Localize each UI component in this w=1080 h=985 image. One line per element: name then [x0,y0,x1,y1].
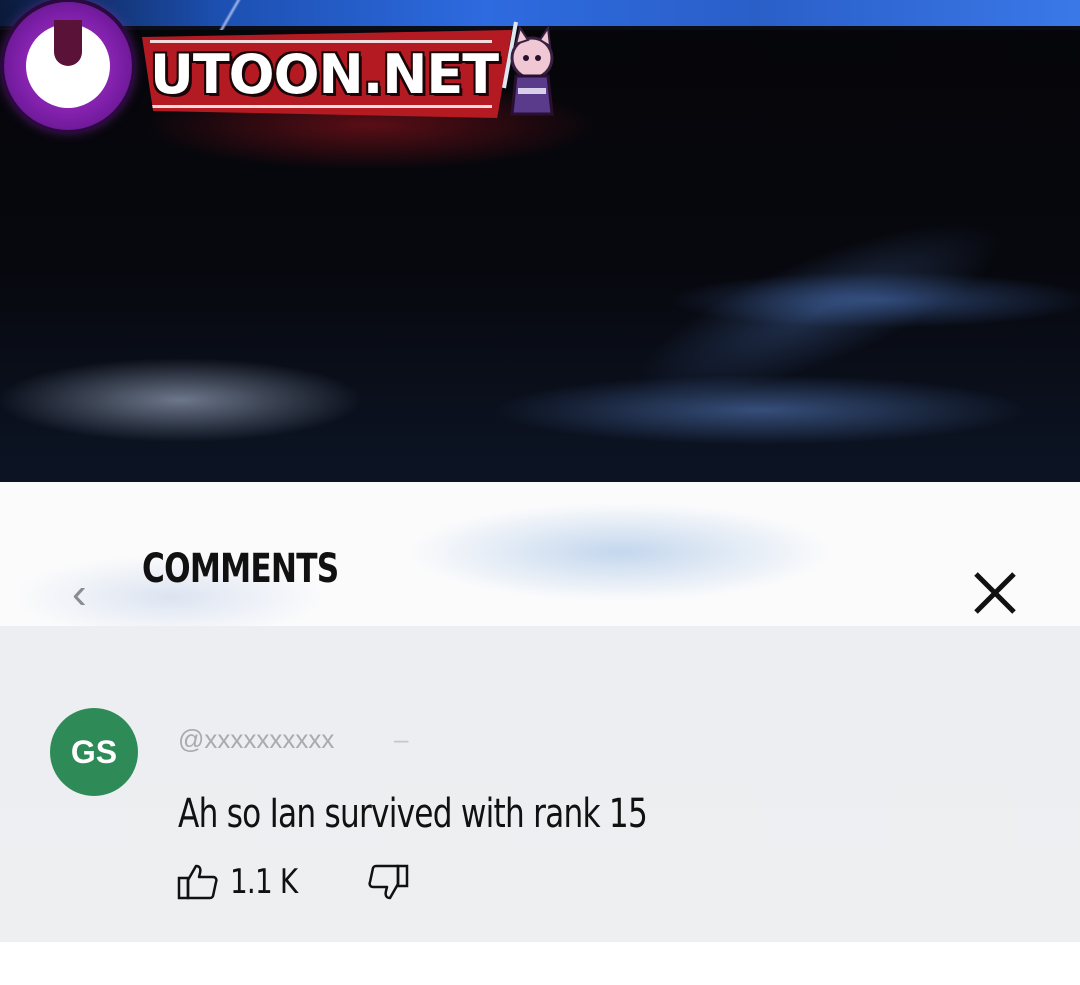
chevron-left-icon: ‹ [72,569,87,618]
logo-text: UTOON.NET [150,43,499,106]
comment-author-handle[interactable]: @xxxxxxxxxx [178,722,334,756]
close-button[interactable] [970,568,1020,618]
artwork-haze [541,119,1080,482]
back-button[interactable]: ‹ [72,572,102,616]
thumbs-down-icon [368,864,409,900]
like-button[interactable] [176,860,220,904]
artwork-panel: UTOON.NET [0,0,1080,482]
dislike-button[interactable] [366,860,410,904]
comment-item: GS @xxxxxxxxxx – Ah so Ian survived with… [0,682,1080,922]
comment-body: Ah so Ian survived with rank 15 [178,791,648,837]
logo-emblem [4,2,132,130]
like-count: 1.1 K [230,862,298,902]
avatar[interactable]: GS [50,708,138,796]
close-icon [974,572,1016,614]
artwork-slash [210,0,250,30]
comments-panel: ‹ COMMENTS GS @xxxxxxxxxx – Ah so Ian su… [0,482,1080,942]
mascot-icon [502,21,554,116]
comment-meta-separator: – [394,724,409,754]
comments-header: ‹ COMMENTS [0,482,1080,626]
thumbs-up-icon [177,864,218,900]
comments-title: COMMENTS [142,546,339,592]
